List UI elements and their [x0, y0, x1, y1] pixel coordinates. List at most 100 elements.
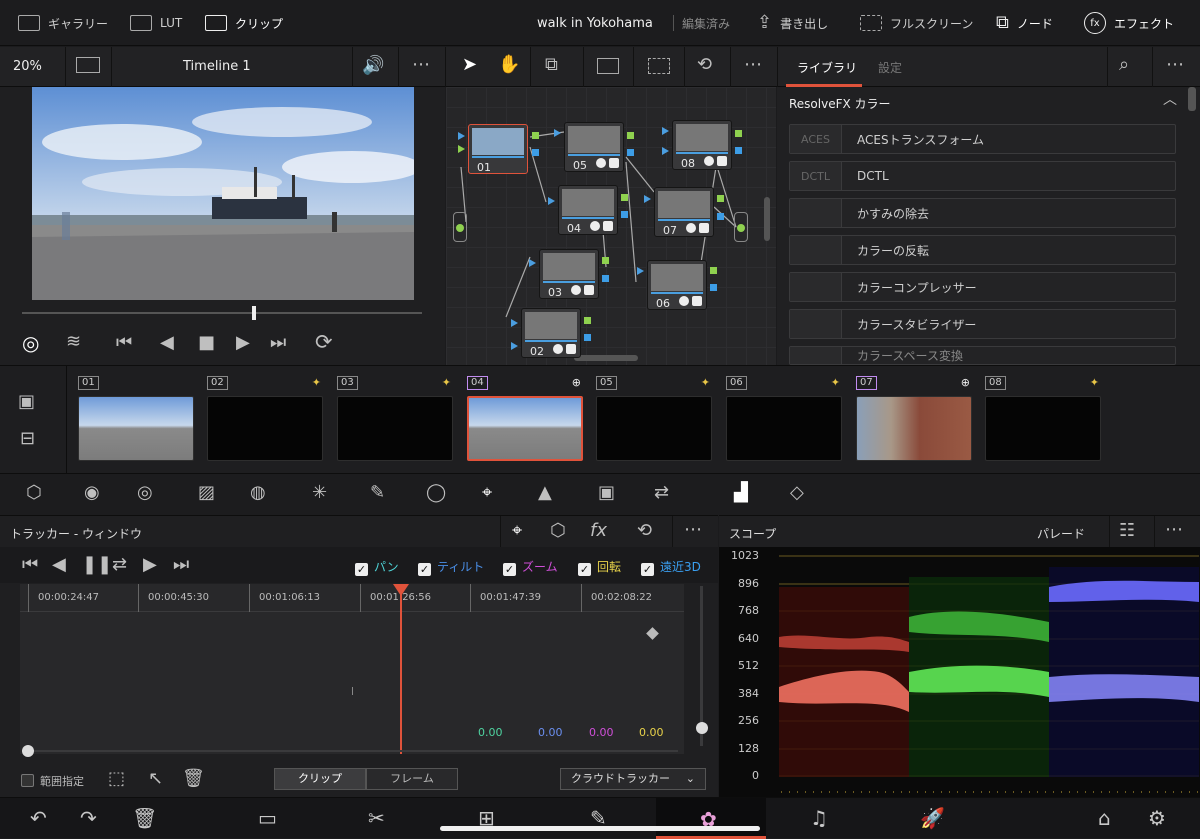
node-01[interactable]: 01	[468, 124, 528, 174]
scopes-icon[interactable]: ▟	[734, 484, 748, 502]
node-hscroll[interactable]	[574, 355, 638, 361]
node-02[interactable]: 02	[521, 308, 581, 358]
range-toggle[interactable]: 範囲指定	[21, 773, 84, 789]
perspective-toggle[interactable]: ✓ 遠近3D	[641, 558, 701, 576]
lut-button[interactable]: LUT	[130, 0, 182, 46]
pan-toggle[interactable]: ✓ パン	[355, 558, 399, 576]
clip-03[interactable]: 03 ✦	[337, 376, 453, 464]
clip-02[interactable]: 02 ✦	[207, 376, 323, 464]
color-page-tab[interactable]: ✿	[656, 798, 766, 839]
timeline-name[interactable]: Timeline 1	[183, 59, 251, 74]
fx-item[interactable]: かすみの除去	[789, 198, 1176, 228]
node-06[interactable]: 06	[647, 260, 707, 310]
fullscreen-button[interactable]: フルスクリーン	[860, 0, 973, 46]
sizing-icon[interactable]: ⇄	[654, 484, 669, 502]
color-warper-icon[interactable]: ✳	[312, 484, 327, 502]
image-icon[interactable]	[597, 58, 619, 74]
zoom-toggle[interactable]: ✓ ズーム	[503, 558, 558, 576]
camera-raw-icon[interactable]: ⬡	[26, 484, 42, 502]
video-frame[interactable]	[32, 87, 414, 300]
timeline-view-icon[interactable]: ⊟	[20, 430, 35, 448]
pointer-icon[interactable]: ➤	[462, 56, 477, 74]
clip-06[interactable]: 06 ✦	[726, 376, 842, 464]
clip-07[interactable]: 07 ⊕	[856, 376, 972, 464]
layers-icon[interactable]: ≋	[66, 333, 81, 351]
tracker-mode-select[interactable]: クラウドトラッカー ⌄	[560, 768, 706, 790]
search-icon[interactable]: ⌕	[1119, 56, 1129, 74]
redo-icon[interactable]: ↷	[80, 806, 97, 830]
node-04[interactable]: 04	[558, 185, 618, 235]
tilt-toggle[interactable]: ✓ ティルト	[418, 558, 484, 576]
window-mode-icon[interactable]: ⬡	[550, 522, 566, 540]
undo-icon[interactable]: ↶	[30, 806, 47, 830]
node-03[interactable]: 03	[539, 249, 599, 299]
node-08[interactable]: 08	[672, 120, 732, 170]
more-nodes-button[interactable]: ⋯	[744, 56, 762, 74]
track-end-icon[interactable]: ⏭	[173, 556, 189, 574]
scope-settings-icon[interactable]: ☷	[1119, 522, 1135, 540]
export-button[interactable]: ⇪ 書き出し	[757, 0, 828, 46]
tracker-graph[interactable]: 00:00:24:47 00:00:45:30 00:01:06:13 00:0…	[20, 584, 684, 754]
trash-icon[interactable]: 🗑	[132, 806, 157, 830]
gallery-button[interactable]: ギャラリー	[18, 0, 108, 46]
tab-library[interactable]: ライブラリ	[797, 59, 857, 76]
collapse-icon[interactable]: ︿	[1163, 93, 1177, 107]
more-viewer-button[interactable]: ⋯	[412, 56, 430, 74]
fx-item[interactable]: カラースタビライザー	[789, 309, 1176, 339]
track-reverse-icon[interactable]: ◀	[52, 556, 66, 574]
frame-mode-button[interactable]: フレーム	[366, 768, 458, 790]
node-07[interactable]: 07	[654, 187, 714, 237]
fx-item[interactable]: カラーの反転	[789, 235, 1176, 265]
reset-icon[interactable]: ⟲	[697, 56, 712, 74]
fx-item[interactable]: カラースペース変換	[789, 346, 1176, 365]
fx-item[interactable]: ACES ACESトランスフォーム	[789, 124, 1176, 154]
blur-icon[interactable]: ▲	[538, 484, 552, 502]
nodes-button[interactable]: ⧉ ノード	[996, 0, 1053, 46]
warper-icon[interactable]: ◍	[250, 484, 266, 502]
color-wheels-icon[interactable]: ◉	[84, 484, 100, 502]
viewer-mode-icon[interactable]: ◎	[22, 333, 39, 353]
fairlight-page-icon[interactable]: ♫	[810, 806, 828, 830]
node-layout-icon[interactable]: ⧉	[545, 56, 558, 74]
play-icon[interactable]: ▶	[236, 334, 250, 352]
tab-settings[interactable]: 設定	[878, 59, 902, 76]
pause-icon[interactable]: ❚❚	[82, 556, 112, 574]
playhead[interactable]	[400, 584, 402, 754]
zoom-level[interactable]: 20%	[13, 59, 42, 74]
library-scrollbar[interactable]	[1188, 87, 1196, 111]
jump-end-icon[interactable]: ⏭	[270, 334, 286, 352]
node-vscroll[interactable]	[764, 197, 770, 241]
keyframes-icon[interactable]: ◇	[790, 484, 804, 502]
clip-05[interactable]: 05 ✦	[596, 376, 712, 464]
add-tracker-icon[interactable]: ⬚	[108, 770, 125, 788]
stop-icon[interactable]: ■	[198, 334, 215, 352]
more-library-button[interactable]: ⋯	[1166, 56, 1184, 74]
scrub-bar[interactable]	[22, 312, 422, 314]
clip-01[interactable]: 01	[78, 376, 194, 464]
home-icon[interactable]: ⌂	[1098, 806, 1111, 830]
pointer-plus-icon[interactable]: ↖	[148, 770, 163, 788]
volume-icon[interactable]: 🔊	[362, 57, 384, 75]
clip-08[interactable]: 08 ✦	[985, 376, 1101, 464]
scope-mode-select[interactable]: パレード	[1037, 525, 1085, 542]
reset-tracker-icon[interactable]: ⟲	[637, 522, 652, 540]
zoom-slider-handle[interactable]	[696, 722, 708, 734]
window-icon[interactable]: ◯	[426, 484, 446, 502]
clip-mode-button[interactable]: クリップ	[274, 768, 366, 790]
track-both-icon[interactable]: ⇄	[112, 556, 127, 574]
qualifier-icon[interactable]: ✎	[370, 484, 385, 502]
clip-button[interactable]: クリップ	[205, 0, 283, 46]
tracker-scroll-handle[interactable]	[22, 745, 34, 757]
tracker-mode-icon[interactable]: ⌖	[512, 522, 522, 540]
tracker-tool-icon[interactable]: ⌖	[482, 484, 492, 502]
play-reverse-icon[interactable]: ◀	[160, 334, 174, 352]
tracker-scrollbar[interactable]	[28, 750, 678, 752]
deliver-page-icon[interactable]: 🚀	[920, 806, 945, 830]
clip-04[interactable]: 04 ⊕	[467, 376, 583, 464]
playhead-marker[interactable]	[393, 584, 409, 596]
settings-icon[interactable]: ⚙	[1148, 806, 1166, 830]
effects-button[interactable]: fx エフェクト	[1084, 0, 1174, 46]
loop-icon[interactable]: ⟳	[315, 332, 333, 353]
split-view-icon[interactable]	[76, 57, 100, 73]
cut-page-icon[interactable]: ✂	[368, 806, 385, 830]
